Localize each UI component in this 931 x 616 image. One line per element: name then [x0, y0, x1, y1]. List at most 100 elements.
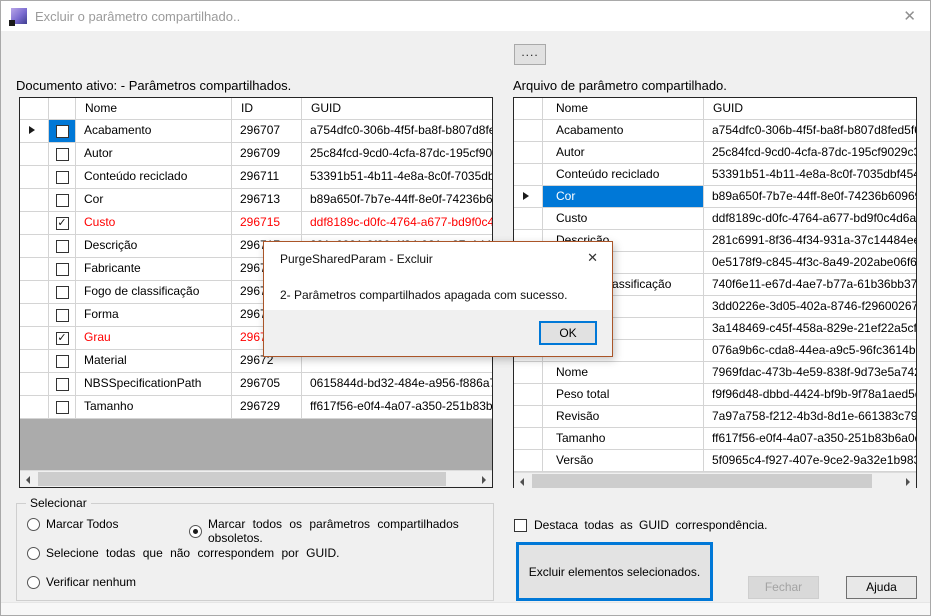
- row-checkbox[interactable]: [55, 285, 69, 299]
- cell-guid[interactable]: ddf8189c-d0fc-4764-a677-bd9f0c4d6a...: [302, 212, 492, 235]
- checkbox-cell[interactable]: ✓: [49, 212, 76, 235]
- cell-guid[interactable]: 3dd0226e-3d05-402a-8746-f296002671e6: [704, 296, 916, 318]
- window-close-icon[interactable]: ✕: [903, 7, 916, 25]
- row-checkbox[interactable]: [55, 239, 69, 253]
- cell-nome[interactable]: Grau: [76, 327, 232, 350]
- cell-nome[interactable]: Autor: [543, 142, 704, 164]
- cell-guid[interactable]: 7a97a758-f212-4b3d-8d1e-661383c79e4d: [704, 406, 916, 428]
- radio-option[interactable]: Marcar todos os parâmetros compartilhado…: [189, 517, 493, 545]
- cell-guid[interactable]: 5f0965c4-f927-407e-9ce2-9a32e1b983d5: [704, 450, 916, 472]
- row-checkbox[interactable]: [55, 147, 69, 161]
- cell-nome[interactable]: NBSSpecificationPath: [76, 373, 232, 396]
- dialog-close-icon[interactable]: ✕: [587, 250, 598, 266]
- table-row[interactable]: ✓ Custo 296715 ddf8189c-d0fc-4764-a677-bd9f…: [20, 212, 492, 235]
- cell-guid[interactable]: b89a650f-7b7e-44ff-8e0f-74236b609694: [302, 189, 492, 212]
- cell-id[interactable]: 296729: [232, 396, 302, 419]
- checkbox-cell[interactable]: [49, 258, 76, 281]
- checkbox-cell[interactable]: [49, 143, 76, 166]
- table-row[interactable]: Autor 25c84fcd-9cd0-4cfa-87dc-195cf9029c3…: [514, 142, 916, 164]
- radio-icon[interactable]: [27, 546, 40, 560]
- scroll-left-icon[interactable]: [20, 471, 37, 487]
- highlight-guid-checkbox[interactable]: Destaca todas as GUID correspondência.: [514, 518, 767, 532]
- cell-nome[interactable]: Material: [76, 350, 232, 373]
- checkbox-cell[interactable]: [49, 120, 76, 143]
- table-row[interactable]: Acabamento a754dfc0-306b-4f5f-ba8f-b807d8…: [514, 120, 916, 142]
- cell-nome[interactable]: Versão: [543, 450, 704, 472]
- cell-guid[interactable]: 0e5178f9-c845-4f3c-8a49-202abe06f6b7: [704, 252, 916, 274]
- table-row[interactable]: Conteúdo reciclado 53391b51-4b11-4e8a-8c0…: [514, 164, 916, 186]
- checkbox-icon[interactable]: [514, 518, 527, 532]
- delete-selected-button[interactable]: Excluir elementos selecionados.: [516, 542, 713, 601]
- cell-id[interactable]: 296711: [232, 166, 302, 189]
- row-checkbox[interactable]: [55, 400, 69, 414]
- cell-guid[interactable]: 281c6991-8f36-4f34-931a-37c14484ee7d: [704, 230, 916, 252]
- table-row[interactable]: Custo ddf8189c-d0fc-4764-a677-bd9f0c4d6a2…: [514, 208, 916, 230]
- table-row[interactable]: NBSSpecificationPath 296705 0615844d-bd32-…: [20, 373, 492, 396]
- radio-icon[interactable]: [27, 575, 40, 589]
- cell-nome[interactable]: Acabamento: [543, 120, 704, 142]
- table-row[interactable]: Nome 7969fdac-473b-4e59-838f-9d73e5a74295: [514, 362, 916, 384]
- ok-button[interactable]: OK: [539, 321, 597, 345]
- cell-guid[interactable]: b89a650f-7b7e-44ff-8e0f-74236b609694: [704, 186, 916, 208]
- row-checkbox[interactable]: [55, 354, 69, 368]
- checkbox-cell[interactable]: [49, 166, 76, 189]
- cell-nome[interactable]: Conteúdo reciclado: [543, 164, 704, 186]
- scrollbar-thumb[interactable]: [38, 472, 446, 486]
- row-checkbox[interactable]: ✓: [55, 216, 69, 230]
- cell-nome[interactable]: Revisão: [543, 406, 704, 428]
- cell-guid[interactable]: ddf8189c-d0fc-4764-a677-bd9f0c4d6a2d: [704, 208, 916, 230]
- radio-option[interactable]: Marcar Todos: [27, 517, 118, 531]
- cell-guid[interactable]: a754dfc0-306b-4f5f-ba8f-b807d8fed5f6: [302, 120, 492, 143]
- table-row[interactable]: Acabamento 296707 a754dfc0-306b-4f5f-ba8f-…: [20, 120, 492, 143]
- checkbox-cell[interactable]: ✓: [49, 327, 76, 350]
- row-checkbox[interactable]: [55, 308, 69, 322]
- cell-nome[interactable]: Custo: [76, 212, 232, 235]
- cell-nome[interactable]: Cor: [76, 189, 232, 212]
- table-row[interactable]: Cor b89a650f-7b7e-44ff-8e0f-74236b609694: [514, 186, 916, 208]
- cell-guid[interactable]: 3a148469-c45f-458a-829e-21ef22a5cf2f: [704, 318, 916, 340]
- cell-guid[interactable]: 076a9b6c-cda8-44ea-a9c5-96fc3614bc28: [704, 340, 916, 362]
- cell-guid[interactable]: 740f6e11-e67d-4ae7-b77a-61b36bb37bde: [704, 274, 916, 296]
- help-button[interactable]: Ajuda: [846, 576, 917, 599]
- cell-id[interactable]: 296713: [232, 189, 302, 212]
- checkbox-cell[interactable]: [49, 281, 76, 304]
- radio-option[interactable]: Verificar nenhum: [27, 575, 136, 589]
- cell-guid[interactable]: 25c84fcd-9cd0-4cfa-87dc-195cf9029c30: [704, 142, 916, 164]
- checkbox-cell[interactable]: [49, 373, 76, 396]
- scroll-right-icon[interactable]: [899, 473, 916, 489]
- cell-guid[interactable]: 0615844d-bd32-484e-a956-f886a7e3f...: [302, 373, 492, 396]
- cell-guid[interactable]: f9f96d48-dbbd-4424-bf9b-9f78a1aed5d0: [704, 384, 916, 406]
- cell-id[interactable]: 296707: [232, 120, 302, 143]
- left-header-nome[interactable]: Nome: [76, 98, 232, 120]
- checkbox-cell[interactable]: [49, 304, 76, 327]
- dots-button[interactable]: ....: [514, 44, 546, 65]
- cell-guid[interactable]: 53391b51-4b11-4e8a-8c0f-7035dbf454f5: [704, 164, 916, 186]
- left-header-id[interactable]: ID: [232, 98, 302, 120]
- checkbox-cell[interactable]: [49, 396, 76, 419]
- table-row[interactable]: Peso total f9f96d48-dbbd-4424-bf9b-9f78a1…: [514, 384, 916, 406]
- cell-nome[interactable]: Custo: [543, 208, 704, 230]
- left-header-checkbox[interactable]: [49, 98, 76, 120]
- row-checkbox[interactable]: [55, 262, 69, 276]
- scroll-right-icon[interactable]: [475, 471, 492, 487]
- cell-guid[interactable]: ff617f56-e0f4-4a07-a350-251b83b6a0df: [302, 396, 492, 419]
- table-row[interactable]: Versão 5f0965c4-f927-407e-9ce2-9a32e1b983…: [514, 450, 916, 472]
- left-header-guid[interactable]: GUID: [302, 98, 492, 120]
- table-row[interactable]: Revisão 7a97a758-f212-4b3d-8d1e-661383c79…: [514, 406, 916, 428]
- cell-nome[interactable]: Nome: [543, 362, 704, 384]
- right-horizontal-scrollbar[interactable]: [514, 472, 916, 489]
- table-row[interactable]: Cor 296713 b89a650f-7b7e-44ff-8e0f-74236b6…: [20, 189, 492, 212]
- table-row[interactable]: Tamanho 296729 ff617f56-e0f4-4a07-a350-251…: [20, 396, 492, 419]
- scrollbar-thumb[interactable]: [532, 474, 872, 488]
- cell-nome[interactable]: Autor: [76, 143, 232, 166]
- right-header-guid[interactable]: GUID: [704, 98, 916, 120]
- table-row[interactable]: Tamanho ff617f56-e0f4-4a07-a350-251b83b6a…: [514, 428, 916, 450]
- cell-guid[interactable]: 7969fdac-473b-4e59-838f-9d73e5a74295: [704, 362, 916, 384]
- cell-id[interactable]: 296715: [232, 212, 302, 235]
- radio-icon[interactable]: [189, 524, 202, 538]
- cell-nome[interactable]: Cor: [543, 186, 704, 208]
- cell-id[interactable]: 296705: [232, 373, 302, 396]
- checkbox-cell[interactable]: [49, 189, 76, 212]
- row-checkbox[interactable]: [55, 377, 69, 391]
- cell-nome[interactable]: Fogo de classificação: [76, 281, 232, 304]
